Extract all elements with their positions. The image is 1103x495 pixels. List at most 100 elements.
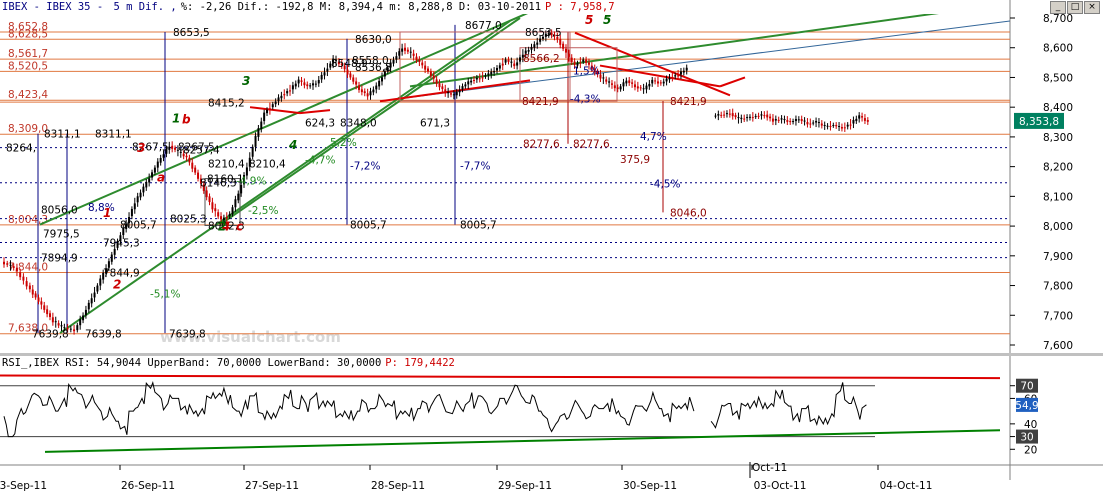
percent-label: 4,7% — [640, 131, 667, 143]
chart-header: IBEX - IBEX 35 - 5 m Dif. , %: -2,26 Dif.… — [2, 1, 615, 13]
candle-body — [214, 208, 217, 212]
price-tick-label: 8,300 — [1043, 132, 1073, 144]
level-label: 8210,4 — [208, 159, 245, 171]
level-label: 8056,0 — [41, 204, 78, 216]
candle-body — [51, 317, 54, 323]
candle-body — [504, 59, 507, 63]
time-label: 27-Sep-11 — [245, 480, 299, 492]
wave-label: 5 — [585, 13, 593, 27]
percent-label: -4,5% — [650, 178, 680, 190]
maximize-button[interactable]: □ — [1067, 1, 1083, 14]
wave-label: 3 — [137, 141, 145, 155]
close-button[interactable]: × — [1084, 1, 1100, 14]
candle-body — [467, 81, 470, 85]
candle-body — [297, 79, 300, 84]
candle-body — [142, 186, 145, 193]
price-tick-label: 7,900 — [1043, 251, 1073, 263]
candle-body — [87, 302, 90, 310]
rsi-tick-label: 40 — [1024, 419, 1037, 431]
candle-body — [863, 118, 866, 121]
rsi-badge-label: 54,9 — [1015, 400, 1038, 412]
candle-body — [225, 216, 228, 219]
candle-body — [631, 82, 634, 84]
level-label: 375,9 — [620, 154, 650, 166]
candle-body — [113, 248, 116, 255]
wave-label: c — [236, 220, 243, 234]
rsi-line-group — [3, 380, 867, 438]
candle-body — [605, 79, 608, 82]
candle-body — [481, 77, 484, 79]
candle-body — [294, 83, 297, 87]
level-label: 8005,7 — [120, 220, 157, 232]
candle-body — [567, 53, 570, 57]
level-label: 8677,0 — [465, 20, 502, 32]
candle-body — [363, 91, 366, 94]
minimize-button[interactable]: _ — [1050, 1, 1066, 14]
candle-body — [849, 124, 852, 126]
candle-body — [855, 118, 858, 122]
candle-body — [539, 38, 542, 42]
fib-level-label: 8,561,7 — [8, 48, 48, 60]
candle-body — [613, 85, 616, 89]
candle-body — [306, 84, 309, 87]
candle-body — [751, 117, 754, 119]
candle-body — [424, 65, 427, 70]
candle-body — [406, 49, 409, 52]
candle-body — [838, 126, 841, 128]
candle-body — [251, 146, 254, 157]
rsi-header-segment: RSI_,IBEX RSI: 54,9044 UpperBand: 70,000… — [2, 357, 381, 369]
rsi-header: RSI_,IBEX RSI: 54,9044 UpperBand: 70,000… — [2, 357, 455, 369]
level-label: 8653,5 — [173, 27, 210, 39]
candle-body — [507, 59, 510, 62]
candle-body — [803, 120, 806, 122]
candle-body — [470, 80, 473, 83]
candle-body — [69, 328, 72, 330]
candle-body — [271, 104, 274, 108]
rsi-tick-label: 20 — [1024, 444, 1037, 456]
candle-body — [317, 79, 320, 84]
candle-body — [820, 123, 823, 126]
time-label: 04-Oct-11 — [880, 480, 933, 492]
candle-body — [679, 71, 682, 75]
candle-body — [792, 121, 795, 123]
panel-splitter[interactable] — [0, 353, 1103, 356]
candle-body — [9, 264, 12, 266]
last-price-label: 8,353,8 — [1019, 116, 1059, 128]
candle-body — [283, 94, 286, 96]
candle-body — [777, 119, 780, 121]
candle-body — [536, 42, 539, 45]
wave-label: 3 — [242, 74, 250, 88]
wave-label: 1 — [172, 112, 180, 126]
candle-body — [602, 77, 605, 79]
candle-body — [806, 122, 809, 125]
candle-body — [510, 61, 513, 63]
time-label: 03-Oct-11 — [754, 480, 807, 492]
candle-body — [211, 202, 214, 210]
fib-level-label: 8,520,5 — [8, 60, 48, 72]
candle-body — [438, 83, 441, 88]
level-label: 8005,7 — [460, 220, 497, 232]
candle-body — [829, 126, 832, 128]
level-label: 8566,2 — [523, 53, 560, 65]
candle-body — [280, 95, 283, 99]
candle-body — [12, 266, 15, 268]
candle-body — [642, 88, 645, 90]
candle-body — [662, 81, 665, 84]
level-label: 8005,7 — [350, 220, 387, 232]
candle-body — [682, 70, 685, 73]
price-tick-label: 7,600 — [1043, 340, 1073, 352]
candle-body — [774, 118, 777, 121]
candle-body — [628, 80, 631, 83]
candle-body — [409, 51, 412, 53]
candle-body — [263, 112, 266, 122]
candle-body — [392, 59, 395, 64]
candle-body — [352, 77, 355, 82]
chart-canvas: IBEX - IBEX 35 - 5 m Dif. , %: -2,26 Dif.… — [0, 0, 1103, 492]
wave-label: 2 — [218, 220, 226, 234]
wave-label: 2 — [113, 278, 121, 292]
candle-body — [323, 72, 326, 76]
candle-body — [355, 81, 358, 85]
candle-body — [194, 167, 197, 173]
candle-body — [720, 114, 723, 116]
candle-body — [760, 114, 763, 116]
